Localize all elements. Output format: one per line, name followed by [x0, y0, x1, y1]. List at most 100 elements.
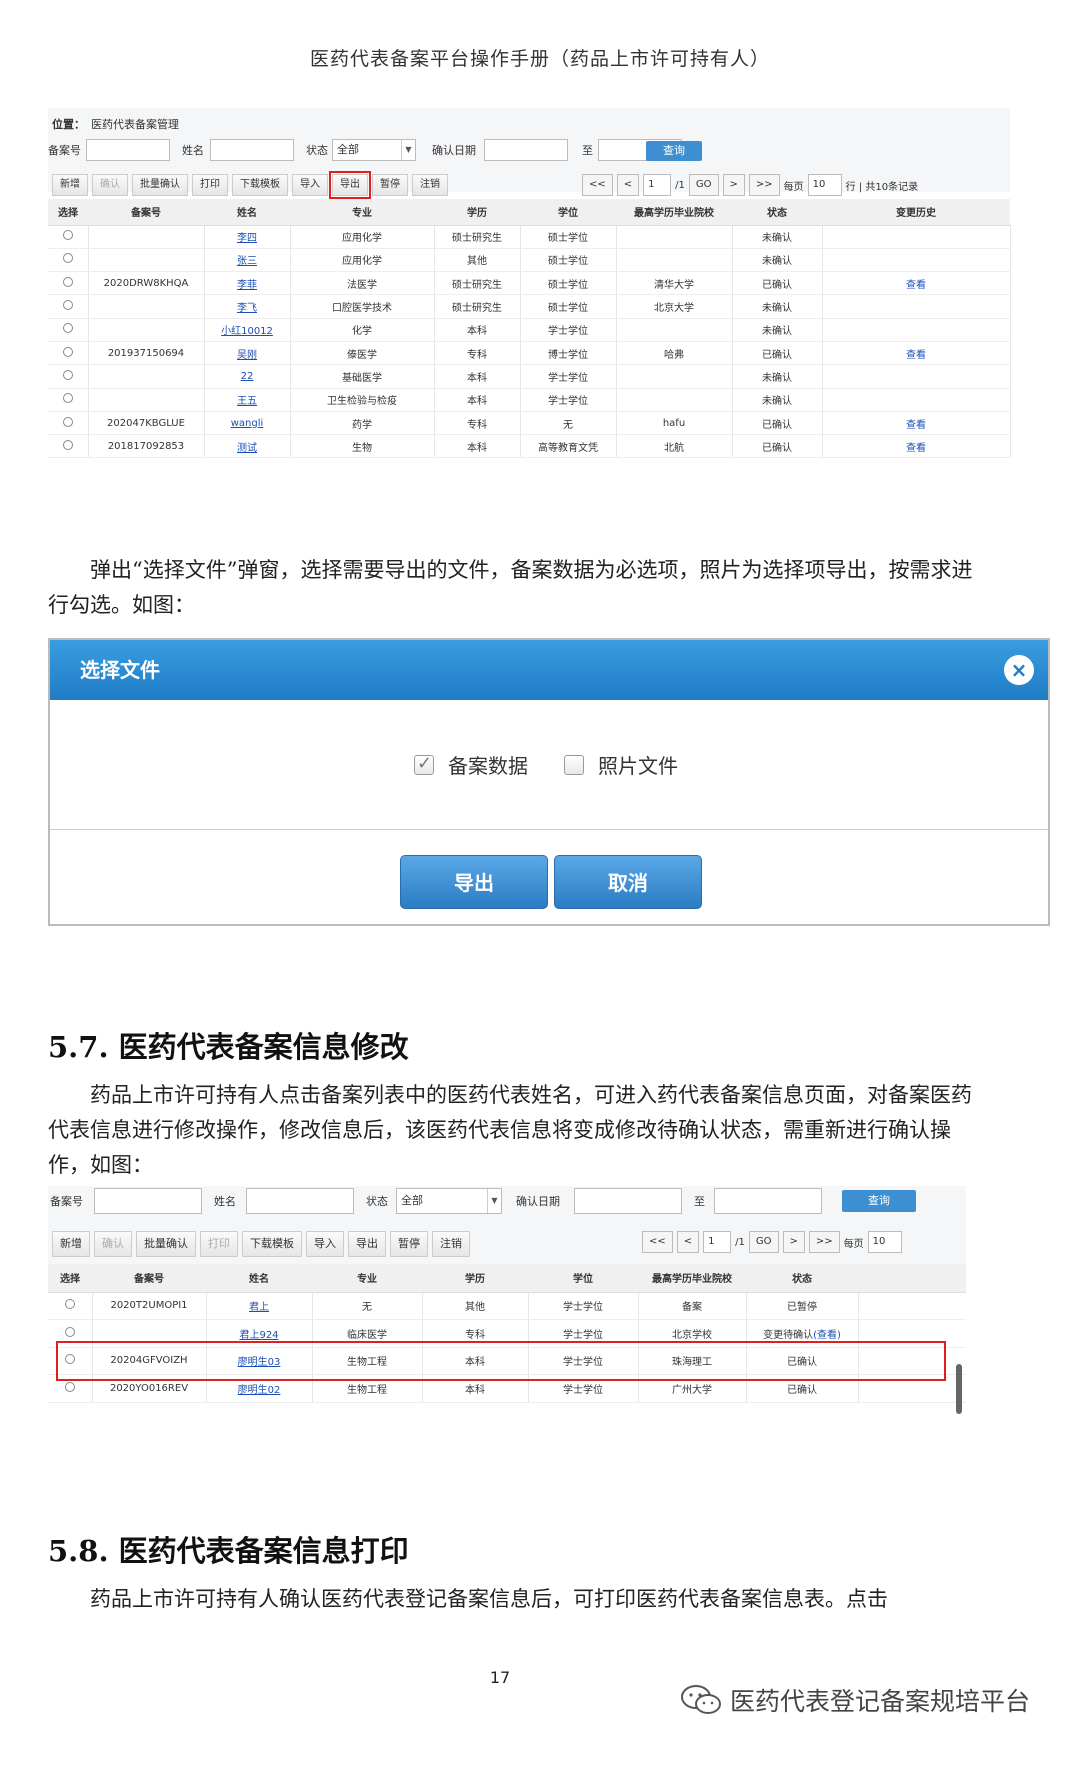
- query-button[interactable]: 查询: [646, 141, 702, 161]
- checkbox-icon[interactable]: [564, 754, 584, 775]
- radio-icon[interactable]: [62, 276, 73, 287]
- rep-name-link[interactable]: 王五: [237, 396, 257, 407]
- toolbar-button-3[interactable]: 打印: [200, 1231, 238, 1257]
- table-cell[interactable]: [822, 294, 1011, 319]
- page-input[interactable]: 1: [703, 1231, 732, 1253]
- toolbar-button-7[interactable]: 暂停: [390, 1231, 428, 1257]
- rep-name-cell[interactable]: wangli: [204, 411, 291, 436]
- first-page-button[interactable]: <<: [642, 1231, 673, 1253]
- rep-name-cell[interactable]: 小红10012: [204, 318, 291, 342]
- go-button[interactable]: GO: [748, 1231, 779, 1253]
- radio-icon[interactable]: [62, 393, 73, 404]
- radio-icon[interactable]: [62, 323, 73, 334]
- per-page-select[interactable]: 10: [867, 1231, 902, 1253]
- rep-name-cell[interactable]: 测试: [204, 434, 291, 459]
- rep-name-cell[interactable]: 李四: [204, 225, 291, 249]
- rep-name-link[interactable]: 小红10012: [221, 326, 273, 337]
- go-button[interactable]: GO: [688, 174, 719, 196]
- table-row[interactable]: 李飞 口腔医学技术 硕士研究生 硕士学位 北京大学 未确认: [48, 294, 1011, 319]
- table-cell[interactable]: [822, 318, 1011, 342]
- radio-icon[interactable]: [62, 346, 73, 357]
- query-button[interactable]: 查询: [842, 1190, 916, 1212]
- table-row[interactable]: 小红10012 化学 本科 学士学位 未确认: [48, 318, 1011, 342]
- rep-name-cell[interactable]: 李飞: [204, 294, 291, 319]
- toolbar-button-3[interactable]: 打印: [192, 174, 228, 196]
- toolbar-button-5[interactable]: 导入: [306, 1231, 344, 1257]
- table-cell[interactable]: [822, 225, 1011, 249]
- table-row[interactable]: 2020T2UMOPI1 君上 无其他 学士学位 备案 已暂停: [48, 1292, 966, 1320]
- name-input[interactable]: [246, 1188, 354, 1214]
- table-row[interactable]: 2020DRW8KHQA 李菲 法医学 硕士研究生 硕士学位 清华大学 已确认 查看: [48, 271, 1011, 296]
- toolbar-button-2[interactable]: 批量确认: [136, 1231, 196, 1257]
- radio-icon[interactable]: [64, 1381, 75, 1392]
- toolbar-button-8[interactable]: 注销: [432, 1231, 470, 1257]
- row-select[interactable]: [48, 388, 89, 412]
- table-row[interactable]: 201937150694 吴刚 傣医学 专科 博士学位 哈弗 已确认 查看: [48, 341, 1011, 366]
- table-row[interactable]: 李四 应用化学 硕士研究生 硕士学位 未确认: [48, 225, 1011, 249]
- confirm-date-to-input[interactable]: [714, 1188, 822, 1214]
- toolbar-button-7[interactable]: 暂停: [372, 174, 408, 196]
- rep-name-link[interactable]: 22: [241, 371, 254, 382]
- table-row[interactable]: 22 基础医学 本科 学士学位 未确认: [48, 364, 1011, 389]
- rep-name-link[interactable]: 君上: [249, 1302, 269, 1313]
- table-scrollbar[interactable]: [956, 1364, 962, 1414]
- rep-name-link[interactable]: 李四: [237, 233, 257, 244]
- table-cell[interactable]: 查看: [822, 341, 1011, 366]
- rep-name-cell[interactable]: 22: [204, 364, 291, 389]
- row-select[interactable]: [48, 225, 89, 249]
- record-data-option[interactable]: 备案数据: [414, 750, 528, 779]
- radio-icon[interactable]: [64, 1326, 75, 1337]
- rep-name-cell[interactable]: 王五: [204, 388, 291, 412]
- record-no-input[interactable]: [94, 1188, 202, 1214]
- toolbar-button-8[interactable]: 注销: [412, 174, 448, 196]
- last-page-button[interactable]: >>: [748, 174, 780, 196]
- toolbar-button-2[interactable]: 批量确认: [132, 174, 188, 196]
- row-select[interactable]: [48, 271, 89, 296]
- row-select[interactable]: [48, 294, 89, 319]
- radio-icon[interactable]: [62, 230, 73, 241]
- toolbar-button-6[interactable]: 导出: [348, 1231, 386, 1257]
- rep-name-link[interactable]: 李菲: [237, 280, 257, 291]
- row-select[interactable]: [48, 318, 89, 342]
- status-select[interactable]: 全部 ▼: [332, 139, 416, 161]
- row-select[interactable]: [48, 364, 89, 389]
- toolbar-button-4[interactable]: 下载模板: [242, 1231, 302, 1257]
- last-page-button[interactable]: >>: [808, 1231, 840, 1253]
- row-select[interactable]: [48, 1292, 93, 1320]
- row-select[interactable]: [48, 434, 89, 459]
- table-cell[interactable]: [822, 364, 1011, 389]
- toolbar-button-1[interactable]: 确认: [92, 174, 128, 196]
- status-select[interactable]: 全部 ▼: [396, 1188, 502, 1214]
- radio-icon[interactable]: [62, 369, 73, 380]
- table-cell[interactable]: 查看: [822, 411, 1011, 436]
- next-page-button[interactable]: >: [782, 1231, 805, 1253]
- rep-name-link[interactable]: 测试: [237, 443, 257, 454]
- rep-name-cell[interactable]: 张三: [204, 248, 291, 273]
- photo-file-option[interactable]: 照片文件: [564, 750, 678, 779]
- prev-page-button[interactable]: <: [616, 174, 640, 196]
- table-cell[interactable]: 查看: [822, 271, 1011, 296]
- first-page-button[interactable]: <<: [582, 174, 613, 196]
- table-cell[interactable]: [822, 248, 1011, 273]
- record-no-input[interactable]: [86, 139, 170, 161]
- rep-name-link[interactable]: 君上924: [239, 1330, 278, 1341]
- toolbar-button-6[interactable]: 导出: [329, 171, 371, 199]
- radio-icon[interactable]: [62, 439, 73, 450]
- page-input[interactable]: 1: [643, 174, 672, 196]
- radio-icon[interactable]: [62, 416, 73, 427]
- rep-name-link[interactable]: 李飞: [237, 303, 257, 314]
- checkbox-checked-icon[interactable]: [414, 753, 434, 775]
- rep-name-link[interactable]: wangli: [231, 418, 264, 429]
- rep-name-cell[interactable]: 君上: [206, 1292, 313, 1320]
- close-icon[interactable]: ×: [1004, 655, 1034, 685]
- name-input[interactable]: [210, 139, 294, 161]
- rep-name-link[interactable]: 张三: [237, 256, 257, 267]
- toolbar-button-4[interactable]: 下载模板: [232, 174, 288, 196]
- toolbar-button-0[interactable]: 新增: [52, 1231, 90, 1257]
- confirm-date-from-input[interactable]: [484, 139, 568, 161]
- rep-name-cell[interactable]: 李菲: [204, 271, 291, 296]
- prev-page-button[interactable]: <: [676, 1231, 700, 1253]
- rep-name-link[interactable]: 吴刚: [237, 350, 257, 361]
- cancel-button[interactable]: 取消: [554, 855, 702, 909]
- table-cell[interactable]: 查看: [822, 434, 1011, 459]
